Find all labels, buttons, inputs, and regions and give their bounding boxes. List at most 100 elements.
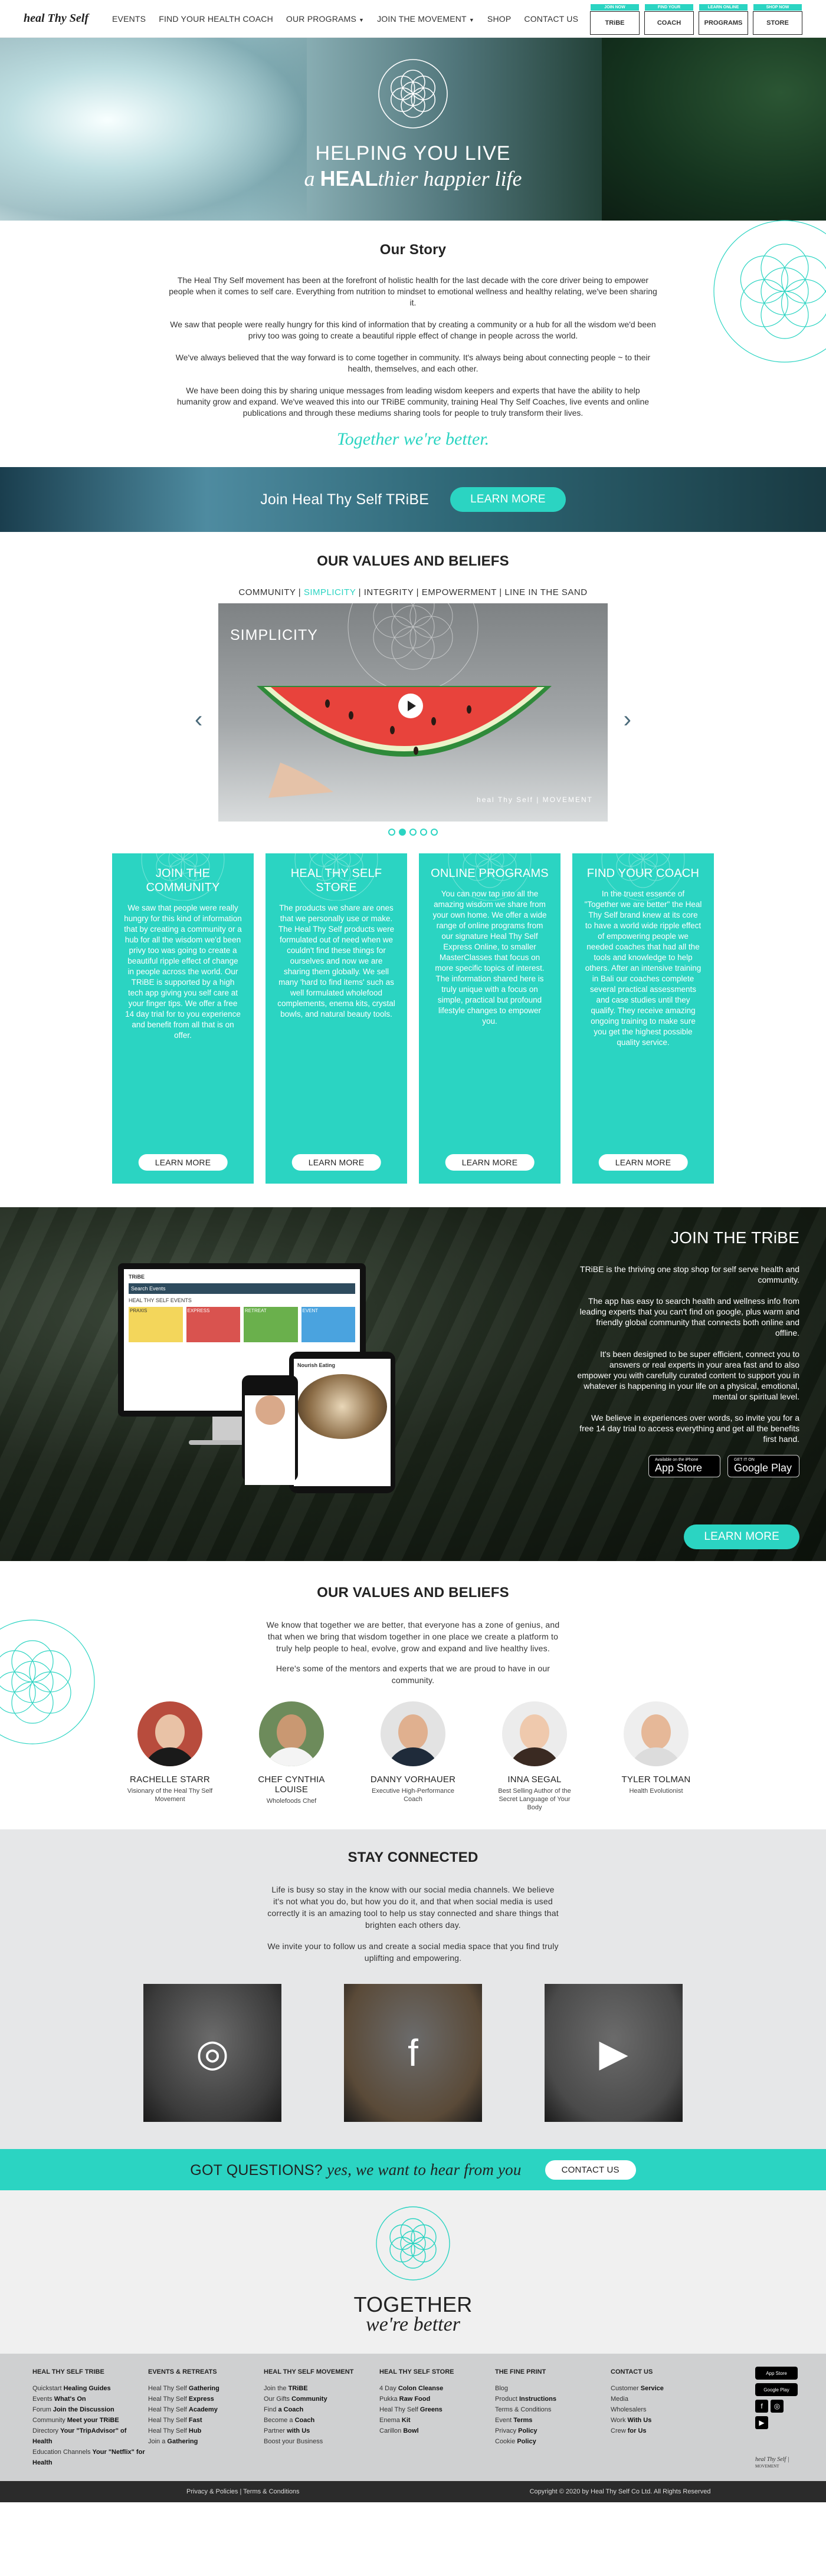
footer-link[interactable]: Heal Thy Self Greens bbox=[379, 2404, 495, 2415]
footer-link[interactable]: Heal Thy Self Express bbox=[148, 2394, 264, 2404]
footer-link[interactable]: Partner with Us bbox=[264, 2426, 379, 2436]
app-store-badge[interactable]: App Store bbox=[755, 2367, 798, 2380]
site-logo[interactable]: heal Thy Self bbox=[24, 12, 88, 25]
footer-link[interactable]: Pukka Raw Food bbox=[379, 2394, 495, 2404]
footer-link[interactable]: 4 Day Colon Cleanse bbox=[379, 2383, 495, 2394]
footer-column: CONTACT US Customer Service Media Wholesal… bbox=[611, 2367, 726, 2469]
mentor-card[interactable]: DANNY VORHAUER Executive High-Performanc… bbox=[369, 1701, 457, 1812]
tab-integrity[interactable]: INTEGRITY bbox=[364, 587, 414, 597]
footer-link[interactable]: Heal Thy Self Fast bbox=[148, 2415, 264, 2426]
nav-join-movement[interactable]: JOIN THE MOVEMENT ▼ bbox=[377, 14, 474, 24]
footer-link[interactable]: Become a Coach bbox=[264, 2415, 379, 2426]
shop-tab-programs[interactable]: LEARN ONLINE PROGRAMS bbox=[699, 4, 748, 35]
tab-community[interactable]: COMMUNITY bbox=[238, 587, 296, 597]
facebook-tile[interactable]: f bbox=[344, 1984, 482, 2122]
shop-tab-store[interactable]: SHOP NOW STORE bbox=[753, 4, 802, 35]
tribe-paragraph: It's been designed to be super efficient… bbox=[577, 1349, 799, 1401]
avatar bbox=[137, 1701, 202, 1766]
card-learn-more-button[interactable]: LEARN MORE bbox=[598, 1154, 688, 1171]
footer-link-part: Cookie bbox=[495, 2438, 516, 2445]
footer-link[interactable]: Forum Join the Discussion bbox=[32, 2404, 148, 2415]
join-tribe-section: TRiBE Search Events HEAL THY SELF EVENTS… bbox=[0, 1207, 826, 1561]
footer-column: THE FINE PRINT Blog Product Instructions T… bbox=[495, 2367, 611, 2469]
footer-link[interactable]: Events What's On bbox=[32, 2394, 148, 2404]
instagram-icon[interactable]: ◎ bbox=[771, 2400, 784, 2413]
footer-link-part: Heal Thy Self bbox=[148, 2396, 187, 2403]
carousel-dot[interactable] bbox=[409, 829, 417, 836]
footer-link[interactable]: Customer Service bbox=[611, 2383, 726, 2394]
footer-link[interactable]: Boost your Business bbox=[264, 2436, 379, 2447]
card-learn-more-button[interactable]: LEARN MORE bbox=[291, 1154, 381, 1171]
nav-find-coach[interactable]: FIND YOUR HEALTH COACH bbox=[159, 14, 273, 24]
footer-link[interactable]: Heal Thy Self Gathering bbox=[148, 2383, 264, 2394]
carousel-wrapper: ‹ › SIMPLICITY heal Thy Self | MOVEMENT bbox=[195, 603, 631, 822]
card-learn-more-button[interactable]: LEARN MORE bbox=[138, 1154, 228, 1171]
mentor-card[interactable]: TYLER TOLMAN Health Evolutionist bbox=[612, 1701, 700, 1812]
carousel-dot[interactable] bbox=[431, 829, 438, 836]
bottom-links[interactable]: Privacy & Policies | Terms & Conditions bbox=[186, 2488, 300, 2495]
app-store-badge[interactable]: Available on the iPhone App Store bbox=[648, 1455, 720, 1477]
google-play-badge[interactable]: Google Play bbox=[755, 2383, 798, 2396]
shop-tab-tag: JOIN NOW bbox=[591, 4, 639, 11]
nav-contact[interactable]: CONTACT US bbox=[524, 14, 578, 24]
footer-link[interactable]: Heal Thy Self Academy bbox=[148, 2404, 264, 2415]
carousel-dot[interactable] bbox=[399, 829, 406, 836]
footer-link[interactable]: Directory Your "TripAdvisor" of Health bbox=[32, 2426, 148, 2447]
tab-empowerment[interactable]: EMPOWERMENT bbox=[422, 587, 497, 597]
carousel-next-arrow[interactable]: › bbox=[624, 707, 631, 733]
footer-link-bold: Kit bbox=[401, 2417, 411, 2424]
tribe-heading: JOIN THE TRiBE bbox=[670, 1228, 799, 1247]
mentor-card[interactable]: INNA SEGAL Best Selling Author of the Se… bbox=[491, 1701, 578, 1812]
join-band-learn-more-button[interactable]: LEARN MORE bbox=[450, 487, 566, 512]
google-play-badge[interactable]: GET IT ON Google Play bbox=[727, 1455, 799, 1477]
footer-link[interactable]: Heal Thy Self Hub bbox=[148, 2426, 264, 2436]
avatar-shoulders bbox=[630, 1747, 683, 1766]
footer-link[interactable]: Join the TRiBE bbox=[264, 2383, 379, 2394]
footer-link[interactable]: Crew for Us bbox=[611, 2426, 726, 2436]
stay-heading: STAY CONNECTED bbox=[348, 1849, 478, 1865]
footer-link[interactable]: Find a Coach bbox=[264, 2404, 379, 2415]
card-learn-more-button[interactable]: LEARN MORE bbox=[445, 1154, 535, 1171]
footer-link[interactable]: Community Meet your TRiBE bbox=[32, 2415, 148, 2426]
youtube-icon[interactable]: ▶ bbox=[755, 2416, 768, 2429]
footer-link[interactable]: Event Terms bbox=[495, 2415, 611, 2426]
mentor-card[interactable]: CHEF CYNTHIA LOUISE Wholefoods Chef bbox=[248, 1701, 335, 1812]
footer-link[interactable]: Carillon Bowl bbox=[379, 2426, 495, 2436]
footer-column-title: CONTACT US bbox=[611, 2368, 653, 2375]
facebook-icon[interactable]: f bbox=[755, 2400, 768, 2413]
values-video-carousel[interactable]: SIMPLICITY heal Thy Self | MOVEMENT bbox=[218, 603, 608, 822]
footer-link[interactable]: Enema Kit bbox=[379, 2415, 495, 2426]
tab-simplicity[interactable]: SIMPLICITY bbox=[304, 587, 356, 597]
footer-link[interactable]: Terms & Conditions bbox=[495, 2404, 611, 2415]
footer-link-part: Media bbox=[611, 2396, 628, 2403]
play-icon[interactable] bbox=[398, 694, 423, 718]
carousel-prev-arrow[interactable]: ‹ bbox=[195, 707, 202, 733]
footer-link[interactable]: Media bbox=[611, 2394, 726, 2404]
nav-programs[interactable]: OUR PROGRAMS ▼ bbox=[286, 14, 364, 24]
tab-line-in-the-sand[interactable]: LINE IN THE SAND bbox=[504, 587, 587, 597]
footer-link[interactable]: Join a Gathering bbox=[148, 2436, 264, 2447]
footer-link[interactable]: Work With Us bbox=[611, 2415, 726, 2426]
footer-link[interactable]: Blog bbox=[495, 2383, 611, 2394]
shop-tab-coach[interactable]: FIND YOUR COACH bbox=[644, 4, 694, 35]
footer-link[interactable]: Our Gifts Community bbox=[264, 2394, 379, 2404]
nav-events[interactable]: EVENTS bbox=[112, 14, 146, 24]
footer-link[interactable]: Cookie Policy bbox=[495, 2436, 611, 2447]
footer-link-bold: What's On bbox=[54, 2396, 86, 2403]
shop-tab-tribe[interactable]: JOIN NOW TRiBE bbox=[590, 4, 640, 35]
carousel-dot[interactable] bbox=[388, 829, 395, 836]
tribe-learn-more-button[interactable]: LEARN MORE bbox=[684, 1524, 799, 1549]
footer-link[interactable]: Product Instructions bbox=[495, 2394, 611, 2404]
youtube-tile[interactable]: ▶ bbox=[545, 1984, 683, 2122]
footer-link[interactable]: Wholesalers bbox=[611, 2404, 726, 2415]
instagram-tile[interactable]: ◎ bbox=[143, 1984, 281, 2122]
mentor-card[interactable]: RACHELLE STARR Visionary of the Heal Thy… bbox=[126, 1701, 214, 1812]
social-tiles: ◎ f ▶ bbox=[0, 1984, 826, 2122]
app-badges: Available on the iPhone App Store GET IT … bbox=[575, 1455, 799, 1477]
carousel-dot[interactable] bbox=[420, 829, 427, 836]
footer-link[interactable]: Quickstart Healing Guides bbox=[32, 2383, 148, 2394]
footer-link[interactable]: Privacy Policy bbox=[495, 2426, 611, 2436]
contact-us-button[interactable]: CONTACT US bbox=[545, 2160, 636, 2180]
footer-link[interactable]: Education Channels Your "Netflix" for He… bbox=[32, 2447, 148, 2468]
nav-shop[interactable]: SHOP bbox=[487, 14, 511, 24]
